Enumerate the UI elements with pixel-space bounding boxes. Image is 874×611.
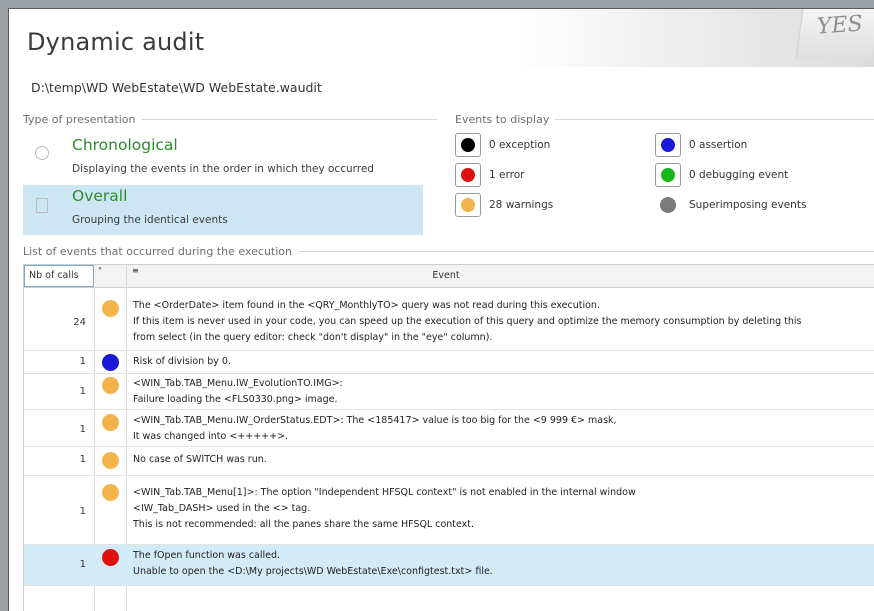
exception-filter[interactable]: 0 exception [455,133,550,157]
table-row-selected[interactable]: 1 The fOpen function was called. Unable … [24,545,874,586]
overall-label: Overall [72,187,128,205]
table-row[interactable]: 1 No case of SWITCH was run. [24,447,874,476]
section-divider [298,251,874,252]
chronological-description: Displaying the events in the order in wh… [72,163,374,175]
warning-icon [102,452,119,469]
event-list-section-title: List of events that occurred during the … [23,245,293,258]
debugging-filter[interactable]: 0 debugging event [655,163,788,187]
overall-option[interactable]: Overall Grouping the identical events [23,185,423,235]
events-section-title: Events to display [455,113,550,126]
warning-icon [102,414,119,431]
error-toggle[interactable] [455,163,481,187]
table-row[interactable]: 1 <WIN_Tab.TAB_Menu.IW_EvolutionTO.IMG>:… [24,374,874,410]
chronological-label: Chronological [72,136,178,154]
table-row[interactable]: 1 Risk of division by 0. [24,351,874,374]
assertion-count: 0 assertion [689,139,748,151]
audit-file-path: D:\temp\WD WebEstate\WD WebEstate.waudit [31,80,322,95]
yes-watermark: YES [816,11,864,40]
table-header: Nb of calls ° ≡ Event [24,265,874,288]
debugging-toggle[interactable] [655,163,681,187]
superimposing-toggle[interactable] [655,197,681,213]
checkbox-icon [36,198,48,213]
events-section-header: Events to display [455,113,874,126]
table-row[interactable]: 1 <WIN_Tab.TAB_Menu[1]>: The option "Ind… [24,476,874,545]
title-bar: Dynamic audit YES [9,9,874,67]
sort-mark: ° [98,266,102,275]
row-event-text: No case of SWITCH was run. [133,454,267,465]
warning-count: 28 warnings [489,199,554,211]
row-nb-calls: 1 [79,454,86,465]
exception-toggle[interactable] [455,133,481,157]
radio-icon [35,146,49,160]
table-row[interactable]: 1 <WIN_Tab.TAB_Menu.IW_OrderStatus.EDT>:… [24,410,874,447]
assertion-filter[interactable]: 0 assertion [655,133,747,157]
row-nb-calls: 1 [79,386,86,397]
type-column-header[interactable]: ° [94,265,127,287]
warning-filter[interactable]: 28 warnings [455,193,553,217]
row-event-text: <WIN_Tab.TAB_Menu[1]>: The option "Indep… [133,487,636,530]
error-filter[interactable]: 1 error [455,163,524,187]
events-table[interactable]: Nb of calls ° ≡ Event 24 The <OrderDate>… [23,264,874,611]
assertion-icon [661,138,675,152]
overall-description: Grouping the identical events [72,214,228,226]
row-nb-calls: 1 [79,559,86,570]
superimposing-label: Superimposing events [689,199,807,211]
exception-count: 0 exception [489,139,551,151]
error-icon [461,168,475,182]
warning-icon [102,377,119,394]
dynamic-audit-window: Dynamic audit YES D:\temp\WD WebEstate\W… [8,8,874,611]
event-column-header[interactable]: ≡ Event [126,265,874,287]
event-list-section-header: List of events that occurred during the … [23,245,874,258]
assertion-icon [102,354,119,371]
section-divider [141,119,437,120]
superimposing-filter[interactable]: Superimposing events [655,193,806,217]
row-nb-calls: 1 [79,506,86,517]
chronological-option[interactable]: Chronological Displaying the events in t… [23,134,423,184]
row-event-text: <WIN_Tab.TAB_Menu.IW_EvolutionTO.IMG>: F… [133,378,343,405]
row-nb-calls: 1 [79,424,86,435]
nb-calls-column-header[interactable]: Nb of calls [24,265,94,287]
presentation-section-title: Type of presentation [23,113,136,126]
superimposing-icon [660,197,676,213]
exception-icon [461,138,475,152]
warning-toggle[interactable] [455,193,481,217]
warning-icon [102,484,119,501]
nb-calls-header-label: Nb of calls [29,270,79,281]
warning-icon [461,198,475,212]
table-row[interactable]: 24 The <OrderDate> item found in the <QR… [24,294,874,351]
row-nb-calls: 24 [73,317,86,328]
row-event-text: The <OrderDate> item found in the <QRY_M… [133,300,802,343]
row-event-text: Risk of division by 0. [133,356,231,367]
error-count: 1 error [489,169,525,181]
row-event-text: The fOpen function was called. Unable to… [133,550,493,577]
error-icon [102,549,119,566]
debugging-count: 0 debugging event [689,169,789,181]
debugging-icon [661,168,675,182]
event-header-label: Event [432,270,460,281]
warning-icon [102,300,119,317]
presentation-section-header: Type of presentation [23,113,437,126]
section-divider [555,119,874,120]
window-title: Dynamic audit [27,28,205,56]
assertion-toggle[interactable] [655,133,681,157]
row-nb-calls: 1 [79,356,86,367]
row-event-text: <WIN_Tab.TAB_Menu.IW_OrderStatus.EDT>: T… [133,415,617,442]
